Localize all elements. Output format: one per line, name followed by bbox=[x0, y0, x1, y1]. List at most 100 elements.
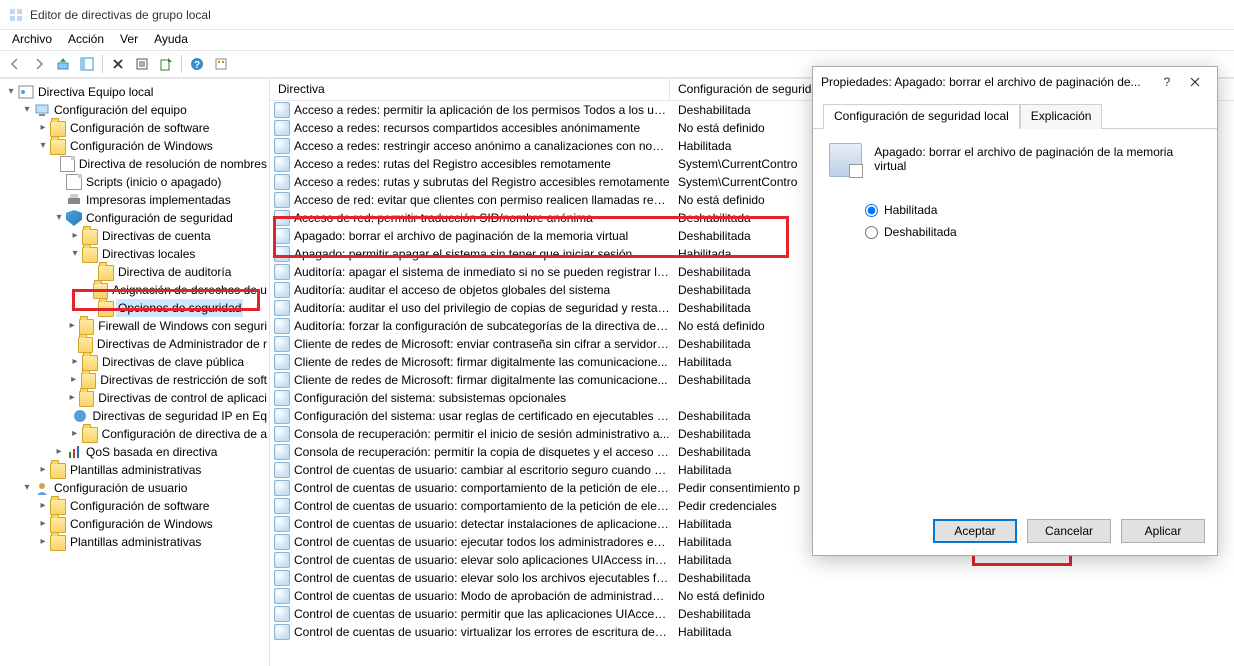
tree-advanced-audit[interactable]: ▸Configuración de directiva de a bbox=[4, 425, 269, 443]
menu-view[interactable]: Ver bbox=[112, 30, 146, 50]
back-button[interactable] bbox=[4, 53, 26, 75]
policy-item-icon bbox=[274, 318, 290, 334]
radio-disabled-input[interactable] bbox=[865, 226, 878, 239]
tab-local-security[interactable]: Configuración de seguridad local bbox=[823, 104, 1020, 129]
tree-security-options[interactable]: Opciones de seguridad bbox=[4, 299, 269, 317]
chevron-right-icon[interactable]: ▸ bbox=[65, 389, 78, 407]
chevron-right-icon[interactable]: ▸ bbox=[36, 515, 50, 533]
chevron-right-icon[interactable]: ▸ bbox=[68, 353, 82, 371]
policy-name-cell: Cliente de redes de Microsoft: firmar di… bbox=[294, 373, 668, 387]
tree-public-key[interactable]: ▸Directivas de clave pública bbox=[4, 353, 269, 371]
tree-user-config[interactable]: ▾Configuración de usuario bbox=[4, 479, 269, 497]
chevron-right-icon[interactable]: ▸ bbox=[67, 371, 81, 389]
tree-name-resolution[interactable]: Directiva de resolución de nombres bbox=[4, 155, 269, 173]
policy-item-icon bbox=[274, 390, 290, 406]
menubar: Archivo Acción Ver Ayuda bbox=[0, 30, 1234, 50]
tree-computer-config[interactable]: ▾Configuración del equipo bbox=[4, 101, 269, 119]
policy-name: Apagado: borrar el archivo de paginación… bbox=[874, 143, 1201, 177]
cancel-button[interactable]: Cancelar bbox=[1027, 519, 1111, 543]
printer-icon bbox=[66, 192, 82, 208]
policy-name-cell: Acceso a redes: restringir acceso anónim… bbox=[294, 139, 670, 153]
chevron-right-icon[interactable]: ▸ bbox=[65, 317, 78, 335]
policy-name-cell: Control de cuentas de usuario: elevar so… bbox=[294, 553, 670, 567]
policy-name-cell: Apagado: borrar el archivo de paginación… bbox=[294, 229, 628, 243]
apply-button[interactable]: Aplicar bbox=[1121, 519, 1205, 543]
export-button[interactable] bbox=[155, 53, 177, 75]
chevron-down-icon[interactable]: ▾ bbox=[68, 245, 82, 263]
tree-software-config[interactable]: ▸Configuración de software bbox=[4, 119, 269, 137]
policy-name-cell: Consola de recuperación: permitir la cop… bbox=[294, 445, 670, 459]
policy-item-icon bbox=[274, 516, 290, 532]
tree-user-rights[interactable]: Asignación de derechos de u bbox=[4, 281, 269, 299]
radio-enabled-input[interactable] bbox=[865, 204, 878, 217]
dialog-body: Apagado: borrar el archivo de paginación… bbox=[813, 129, 1217, 509]
chevron-right-icon[interactable]: ▸ bbox=[68, 227, 82, 245]
forward-button[interactable] bbox=[28, 53, 50, 75]
tree-audit-policy[interactable]: Directiva de auditoría bbox=[4, 263, 269, 281]
folder-icon bbox=[50, 463, 66, 479]
tree-printers[interactable]: Impresoras implementadas bbox=[4, 191, 269, 209]
tree-app-control[interactable]: ▸Directivas de control de aplicaci bbox=[4, 389, 269, 407]
chevron-down-icon[interactable]: ▾ bbox=[20, 101, 34, 119]
chevron-right-icon[interactable]: ▸ bbox=[36, 461, 50, 479]
tree-admin-templates-user[interactable]: ▸Plantillas administrativas bbox=[4, 533, 269, 551]
radio-enabled[interactable]: Habilitada bbox=[865, 203, 1201, 217]
tree-scripts[interactable]: Scripts (inicio o apagado) bbox=[4, 173, 269, 191]
properties-button[interactable] bbox=[131, 53, 153, 75]
policy-name-cell: Configuración del sistema: subsistemas o… bbox=[294, 391, 566, 405]
menu-help[interactable]: Ayuda bbox=[146, 30, 196, 50]
tree-firewall[interactable]: ▸Firewall de Windows con seguri bbox=[4, 317, 269, 335]
chevron-right-icon[interactable]: ▸ bbox=[36, 119, 50, 137]
chevron-right-icon[interactable]: ▸ bbox=[36, 533, 50, 551]
scope-tree[interactable]: ▾Directiva Equipo local ▾Configuración d… bbox=[4, 83, 269, 551]
chevron-down-icon[interactable]: ▾ bbox=[36, 137, 50, 155]
chevron-down-icon[interactable]: ▾ bbox=[4, 83, 18, 101]
tree-software-config-user[interactable]: ▸Configuración de software bbox=[4, 497, 269, 515]
policy-row[interactable]: Control de cuentas de usuario: Modo de a… bbox=[270, 587, 1234, 605]
folder-icon bbox=[50, 121, 66, 137]
chevron-down-icon[interactable]: ▾ bbox=[20, 479, 34, 497]
tree-security-config[interactable]: ▾Configuración de seguridad bbox=[4, 209, 269, 227]
policy-item-icon bbox=[274, 372, 290, 388]
dialog-help-button[interactable]: ? bbox=[1153, 72, 1181, 92]
folder-icon bbox=[82, 427, 98, 443]
tab-explanation[interactable]: Explicación bbox=[1020, 104, 1103, 129]
delete-button[interactable] bbox=[107, 53, 129, 75]
menu-action[interactable]: Acción bbox=[60, 30, 112, 50]
policy-row[interactable]: Control de cuentas de usuario: elevar so… bbox=[270, 569, 1234, 587]
tree-windows-config-user[interactable]: ▸Configuración de Windows bbox=[4, 515, 269, 533]
policy-item-icon bbox=[274, 264, 290, 280]
tree-software-restriction[interactable]: ▸Directivas de restricción de soft bbox=[4, 371, 269, 389]
chevron-right-icon[interactable]: ▸ bbox=[36, 497, 50, 515]
tree-account-policies[interactable]: ▸Directivas de cuenta bbox=[4, 227, 269, 245]
chevron-down-icon[interactable]: ▾ bbox=[52, 209, 66, 227]
policy-item-icon bbox=[274, 588, 290, 604]
radio-disabled[interactable]: Deshabilitada bbox=[865, 225, 1201, 239]
tree-network-list[interactable]: Directivas de Administrador de r bbox=[4, 335, 269, 353]
chevron-right-icon[interactable]: ▸ bbox=[52, 443, 66, 461]
policy-row[interactable]: Control de cuentas de usuario: virtualiz… bbox=[270, 623, 1234, 641]
tree-root[interactable]: ▾Directiva Equipo local bbox=[4, 83, 269, 101]
tree-admin-templates[interactable]: ▸Plantillas administrativas bbox=[4, 461, 269, 479]
up-button[interactable] bbox=[52, 53, 74, 75]
policy-row[interactable]: Control de cuentas de usuario: permitir … bbox=[270, 605, 1234, 623]
chevron-right-icon[interactable]: ▸ bbox=[68, 425, 82, 443]
tree-windows-config[interactable]: ▾Configuración de Windows bbox=[4, 137, 269, 155]
policy-name-cell: Control de cuentas de usuario: ejecutar … bbox=[294, 535, 670, 549]
folder-icon bbox=[50, 517, 66, 533]
folder-icon bbox=[93, 283, 108, 299]
policy-name-cell: Auditoría: forzar la configuración de su… bbox=[294, 319, 670, 333]
tree-qos[interactable]: ▸QoS basada en directiva bbox=[4, 443, 269, 461]
show-hide-tree-button[interactable] bbox=[76, 53, 98, 75]
app-icon bbox=[8, 7, 24, 23]
menu-file[interactable]: Archivo bbox=[4, 30, 60, 50]
policy-name-cell: Acceso a redes: rutas y subrutas del Reg… bbox=[294, 175, 670, 189]
tree-ipsec[interactable]: Directivas de seguridad IP en Eq bbox=[4, 407, 269, 425]
dialog-titlebar[interactable]: Propiedades: Apagado: borrar el archivo … bbox=[813, 67, 1217, 97]
column-directive[interactable]: Directiva bbox=[270, 79, 670, 100]
help-button[interactable]: ? bbox=[186, 53, 208, 75]
tree-local-policies[interactable]: ▾Directivas locales bbox=[4, 245, 269, 263]
dialog-close-button[interactable] bbox=[1181, 72, 1209, 92]
accept-button[interactable]: Aceptar bbox=[933, 519, 1017, 543]
filter-button[interactable] bbox=[210, 53, 232, 75]
